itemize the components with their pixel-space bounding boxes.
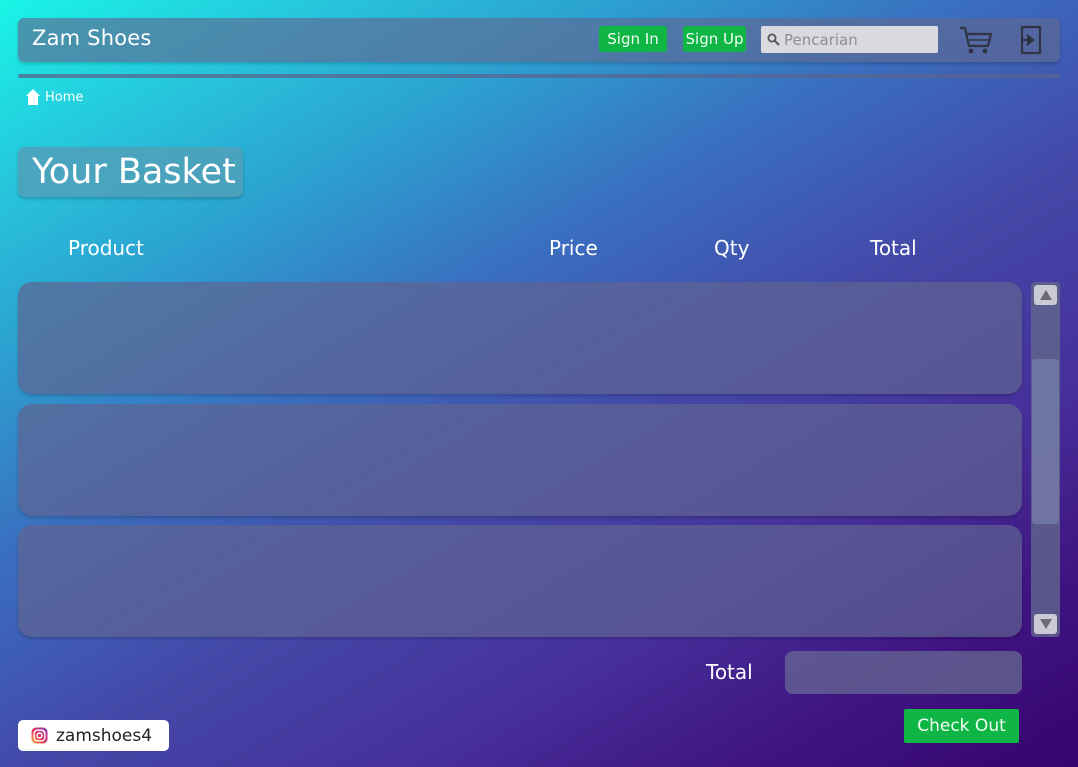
instagram-handle[interactable]: zamshoes4 (56, 726, 152, 746)
column-header-total: Total (870, 236, 917, 260)
checkout-button[interactable]: Check Out (904, 709, 1019, 743)
arrow-down-icon (1039, 619, 1052, 629)
search-icon (767, 33, 780, 46)
brand-title[interactable]: Zam Shoes (32, 26, 152, 50)
search-box[interactable] (761, 26, 938, 53)
breadcrumb-home-link[interactable]: Home (45, 90, 83, 105)
sign-up-button[interactable]: Sign Up (683, 26, 746, 52)
arrow-up-icon (1039, 290, 1052, 300)
scroll-thumb[interactable] (1032, 359, 1059, 524)
scroll-up-button[interactable] (1034, 285, 1057, 305)
basket-item-row (18, 525, 1022, 637)
column-header-product: Product (68, 236, 144, 260)
breadcrumb[interactable]: Home (25, 88, 83, 106)
total-value-box (785, 651, 1022, 694)
top-navbar: Zam Shoes Sign In Sign Up (18, 18, 1060, 62)
logout-icon[interactable] (1018, 24, 1046, 56)
sign-in-button[interactable]: Sign In (599, 26, 667, 52)
home-icon (26, 89, 40, 105)
column-header-qty: Qty (714, 236, 750, 260)
header-divider (18, 74, 1060, 78)
instagram-link[interactable]: zamshoes4 (18, 720, 169, 751)
basket-scrollbar[interactable] (1031, 282, 1060, 637)
scroll-down-button[interactable] (1034, 614, 1057, 634)
page-title: Your Basket (18, 147, 243, 197)
search-input[interactable] (784, 30, 924, 49)
basket-item-row (18, 282, 1022, 394)
basket-item-row (18, 404, 1022, 516)
total-label: Total (706, 660, 753, 684)
column-header-price: Price (549, 236, 598, 260)
instagram-icon (31, 727, 48, 744)
cart-icon[interactable] (958, 24, 994, 56)
